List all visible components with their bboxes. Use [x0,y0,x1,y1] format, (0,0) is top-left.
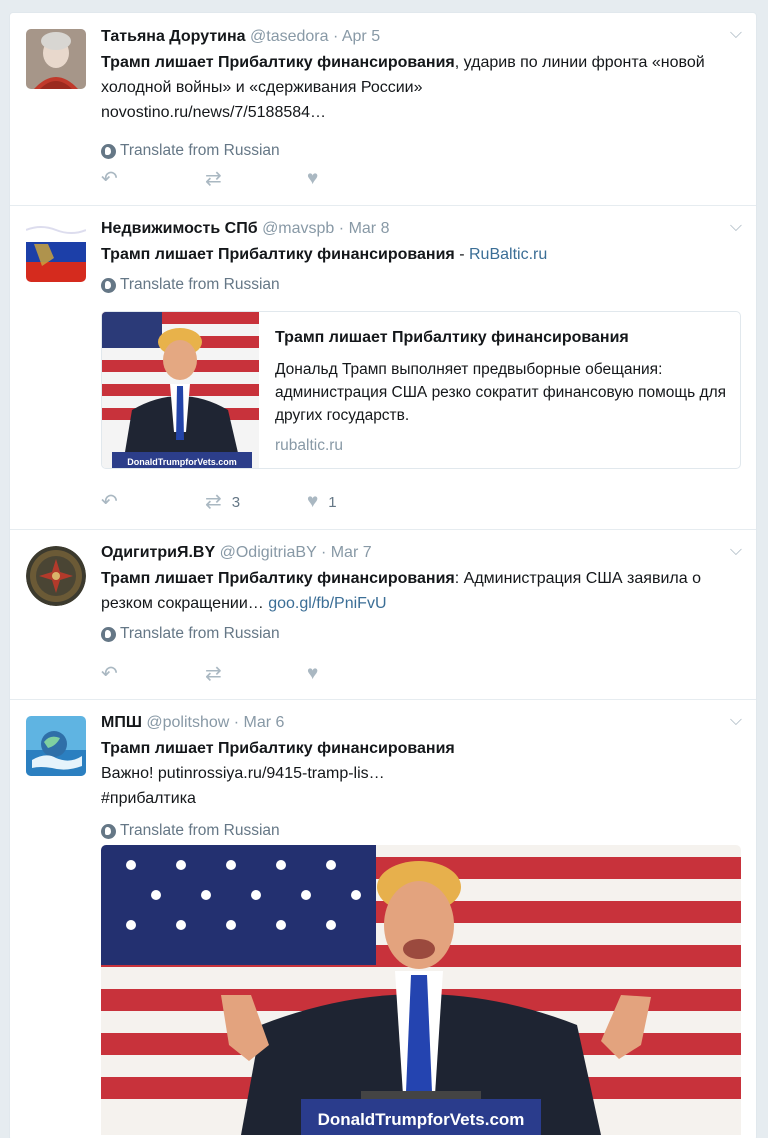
separator-dot: · [332,28,339,45]
globe-icon [101,626,116,642]
tweet-text: Трамп лишает Прибалтику финансирования: … [101,566,736,616]
tweet[interactable]: ⌵ Недвижимость СПб @mavspb · Mar 8 Трамп… [10,206,756,530]
avatar[interactable] [26,716,86,776]
author-name[interactable]: ОдигитриЯ.BY [101,544,215,561]
link-card[interactable]: DonaldTrumpforVets.com Трамп лишает Приб… [101,311,741,469]
translate-link[interactable]: Translate from Russian [101,821,736,841]
globe-icon [101,143,116,159]
tweet-text: Трамп лишает Прибалтику финансирования -… [101,242,736,267]
like-count: 1 [328,493,337,511]
reply-icon: ↶ [101,491,118,513]
reply-button[interactable]: ↶ [101,169,205,189]
card-title: Трамп лишает Прибалтику финансирования [275,329,629,346]
tweet-link[interactable]: RuBaltic.ru [469,246,547,263]
reply-button[interactable]: ↶ [101,664,205,684]
tweet-date[interactable]: Mar 8 [349,220,390,237]
tweet-header: ОдигитриЯ.BY @OdigitriaBY · Mar 7 [101,543,736,563]
tweet-text-bold: Трамп лишает Прибалтику финансирования [101,54,455,71]
separator-dot: · [233,714,240,731]
author-handle[interactable]: @politshow [146,714,229,731]
tweet-actions: ↶ ⇄ ♥ [101,169,318,190]
card-image: DonaldTrumpforVets.com [102,312,259,468]
tweet-header: Татьяна Дорутина @tasedora · Apr 5 [101,27,736,47]
separator-dot: · [338,220,345,237]
retweet-icon: ⇄ [205,663,222,685]
translate-link[interactable]: Translate from Russian [101,141,736,161]
tweet-link[interactable]: putinrossiya.ru/9415-tramp-lis… [158,765,385,782]
author-name[interactable]: Недвижимость СПб [101,220,258,237]
tweet[interactable]: ⌵ ОдигитриЯ.BY @OdigitriaBY · Mar 7 Трам… [10,530,756,700]
retweet-icon: ⇄ [205,491,222,513]
tweet-actions: ↶ ⇄ ♥ [101,664,318,685]
tweet-actions: ↶ ⇄ 3 ♥ 1 [101,492,337,513]
reply-icon: ↶ [101,168,118,190]
tweet-text-sep: - [454,246,469,263]
tweet-link[interactable]: goo.gl/fb/PniFvU [268,595,386,612]
tweet-header: МПШ @politshow · Mar 6 [101,713,736,733]
avatar[interactable] [26,29,86,89]
timeline: ⌵ Татьяна Дорутина @tasedora · Apr 5 Тра… [9,12,757,1138]
globe-icon [101,277,116,293]
card-domain: rubaltic.ru [275,437,344,454]
translate-label: Translate from Russian [120,142,280,159]
tweet-text-bold: Трамп лишает Прибалтику финансирования [101,246,455,263]
retweet-icon: ⇄ [205,168,222,190]
retweet-count: 3 [231,493,241,511]
globe-icon [101,823,116,839]
like-button[interactable]: ♥ [307,664,318,684]
reply-button[interactable]: ↶ [101,492,205,512]
tweet-header: Недвижимость СПб @mavspb · Mar 8 [101,219,736,239]
translate-label: Translate from Russian [120,822,280,839]
translate-label: Translate from Russian [120,276,280,293]
tweet-text-line2: Важно! [101,765,158,782]
tweet-text: Трамп лишает Прибалтику финансирования В… [101,736,736,811]
card-banner-text: DonaldTrumpforVets.com [127,457,237,467]
translate-label: Translate from Russian [120,625,280,642]
card-body: Трамп лишает Прибалтику финансирования Д… [275,328,728,455]
avatar[interactable] [26,546,86,606]
avatar[interactable] [26,222,86,282]
hashtag-link[interactable]: #прибалтика [101,790,196,807]
author-handle[interactable]: @tasedora [250,28,329,45]
heart-icon: ♥ [307,663,319,684]
translate-link[interactable]: Translate from Russian [101,275,736,295]
like-button[interactable]: ♥ 1 [307,492,337,512]
author-handle[interactable]: @mavspb [262,220,334,237]
heart-icon: ♥ [307,168,319,189]
tweet-text-bold: Трамп лишает Прибалтику финансирования [101,570,455,587]
author-name[interactable]: Татьяна Дорутина [101,28,246,45]
retweet-button[interactable]: ⇄ [205,169,307,189]
author-name[interactable]: МПШ [101,714,142,731]
separator-dot: · [320,544,327,561]
media-banner-text: DonaldTrumpforVets.com [318,1110,525,1129]
tweet-text: Трамп лишает Прибалтику финансирования, … [101,50,736,125]
tweet-media-image[interactable]: DonaldTrumpforVets.com [101,845,741,1135]
like-button[interactable]: ♥ [307,169,318,189]
tweet-text-bold: Трамп лишает Прибалтику финансирования [101,740,455,757]
heart-icon: ♥ [307,491,319,512]
card-description: Дональд Трамп выполняет предвыборные обе… [275,361,727,424]
tweet-link[interactable]: novostino.ru/news/7/5188584… [101,104,326,121]
tweet[interactable]: ⌵ Татьяна Дорутина @tasedora · Apr 5 Тра… [10,13,756,206]
tweet-date[interactable]: Mar 7 [331,544,372,561]
translate-link[interactable]: Translate from Russian [101,624,736,644]
tweet-date[interactable]: Apr 5 [342,28,380,45]
retweet-button[interactable]: ⇄ [205,664,307,684]
reply-icon: ↶ [101,663,118,685]
retweet-button[interactable]: ⇄ 3 [205,492,307,512]
author-handle[interactable]: @OdigitriaBY [220,544,317,561]
tweet-date[interactable]: Mar 6 [244,714,285,731]
tweet[interactable]: ⌵ МПШ @politshow · Mar 6 Трамп лишает Пр… [10,700,756,1138]
